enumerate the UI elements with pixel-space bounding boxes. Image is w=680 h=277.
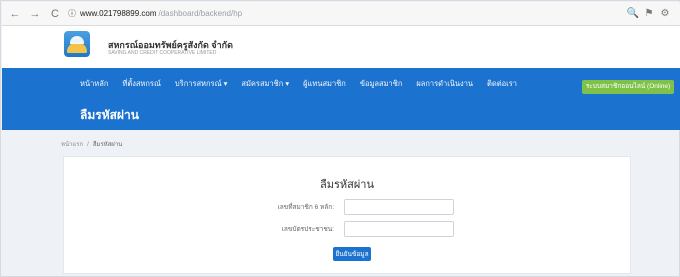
url-path: /dashboard/backend/hp [158, 9, 243, 18]
id-card-input[interactable] [344, 221, 454, 237]
submit-button[interactable]: ยืนยันข้อมูล [333, 247, 371, 261]
brand-subtitle: SAVING AND CREDIT COOPERATIVE LIMITED [108, 50, 217, 56]
breadcrumb-separator: / [87, 142, 89, 148]
browser-actions: 🔍 ⚑ ⚙ [624, 8, 672, 19]
site-header: สหกรณ์ออมทรัพย์ครูสังกัด จำกัด SAVING AN… [2, 26, 680, 68]
back-icon[interactable]: ← [8, 7, 22, 21]
reload-icon[interactable]: C [48, 7, 62, 21]
menu-item-delegates[interactable]: ผู้แทนสมาชิก [303, 78, 346, 90]
member-id-label: เลขที่สมาชิก 6 หลัก: [277, 204, 334, 211]
page-title: ลืมรหัสผ่าน [80, 108, 139, 122]
settings-icon[interactable]: ⚙ [658, 8, 672, 19]
breadcrumb: หน้าแรก / ลืมรหัสผ่าน [61, 139, 122, 149]
menu-item-location[interactable]: ที่ตั้งสหกรณ์ [122, 78, 161, 90]
online-member-button[interactable]: ระบบสมาชิกออนไลน์ (Online) [582, 80, 674, 94]
menu-item-contact[interactable]: ติดต่อเรา [487, 78, 517, 90]
id-card-label: เลขบัตรประชาชน: [281, 226, 334, 233]
menu-item-services[interactable]: บริการสหกรณ์ ▾ [175, 78, 227, 90]
address-bar[interactable]: ⓘ www.021798899.com /dashboard/backend/h… [68, 5, 624, 23]
browser-window: ← → C ⓘ www.021798899.com /dashboard/bac… [0, 0, 680, 277]
info-icon: ⓘ [68, 9, 76, 18]
breadcrumb-current: ลืมรหัสผ่าน [92, 142, 123, 148]
member-id-input[interactable] [344, 199, 454, 215]
menu-item-performance[interactable]: ผลการดำเนินงาน [416, 78, 473, 90]
bookmark-icon[interactable]: ⚑ [642, 8, 656, 19]
breadcrumb-home[interactable]: หน้าแรก [61, 142, 83, 148]
logo-icon[interactable] [64, 31, 90, 57]
nav-band: หน้าหลัก ที่ตั้งสหกรณ์ บริการสหกรณ์ ▾ สม… [2, 68, 680, 130]
main-menu: หน้าหลัก ที่ตั้งสหกรณ์ บริการสหกรณ์ ▾ สม… [80, 78, 531, 90]
member-id-row: เลขที่สมาชิก 6 หลัก: [64, 199, 630, 215]
zoom-icon[interactable]: 🔍 [626, 8, 640, 19]
form-heading: ลืมรหัสผ่าน [319, 179, 374, 191]
menu-item-home[interactable]: หน้าหลัก [80, 78, 108, 90]
id-card-row: เลขบัตรประชาชน: [64, 221, 630, 237]
browser-toolbar: ← → C ⓘ www.021798899.com /dashboard/bac… [2, 2, 680, 26]
reset-password-card: ลืมรหัสผ่าน เลขที่สมาชิก 6 หลัก: เลขบัตร… [63, 156, 631, 274]
menu-item-apply[interactable]: สมัครสมาชิก ▾ [241, 78, 289, 90]
url-host: www.021798899.com [80, 9, 157, 18]
menu-item-member-info[interactable]: ข้อมูลสมาชิก [360, 78, 403, 90]
forward-icon[interactable]: → [28, 7, 42, 21]
